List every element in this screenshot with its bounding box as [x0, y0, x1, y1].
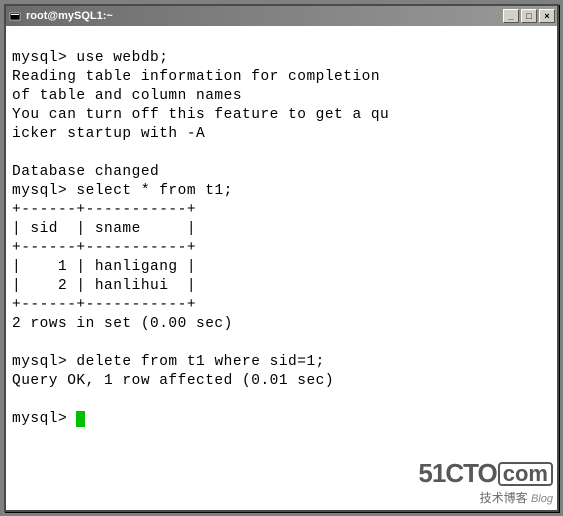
window-icon — [8, 9, 22, 23]
prompt: mysql> — [12, 411, 67, 427]
output-line: Database changed — [12, 164, 159, 180]
command-use: use webdb; — [76, 50, 168, 66]
rows-message: 2 rows in set (0.00 sec) — [12, 316, 233, 332]
table-border: +------+-----------+ — [12, 202, 196, 218]
cursor — [76, 411, 85, 427]
maximize-button[interactable]: □ — [521, 9, 537, 23]
window-controls: _ □ × — [503, 9, 555, 23]
output-line: icker startup with -A — [12, 126, 205, 142]
terminal-body[interactable]: mysql> use webdb; Reading table informat… — [6, 26, 557, 510]
window-title: root@mySQL1:~ — [26, 10, 503, 22]
output-line: Query OK, 1 row affected (0.01 sec) — [12, 373, 334, 389]
prompt: mysql> — [12, 50, 67, 66]
output-line: Reading table information for completion — [12, 69, 380, 85]
output-line: You can turn off this feature to get a q… — [12, 107, 389, 123]
table-border: +------+-----------+ — [12, 240, 196, 256]
output-line: of table and column names — [12, 88, 242, 104]
table-border: +------+-----------+ — [12, 297, 196, 313]
table-header: | sid | sname | — [12, 221, 196, 237]
minimize-button[interactable]: _ — [503, 9, 519, 23]
prompt: mysql> — [12, 354, 67, 370]
table-row: | 2 | hanlihui | — [12, 278, 196, 294]
command-delete: delete from t1 where sid=1; — [76, 354, 324, 370]
close-button[interactable]: × — [539, 9, 555, 23]
command-select: select * from t1; — [76, 183, 232, 199]
prompt: mysql> — [12, 183, 67, 199]
table-row: | 1 | hanligang | — [12, 259, 196, 275]
titlebar[interactable]: root@mySQL1:~ _ □ × — [6, 6, 557, 26]
terminal-window: root@mySQL1:~ _ □ × mysql> use webdb; Re… — [4, 4, 559, 512]
